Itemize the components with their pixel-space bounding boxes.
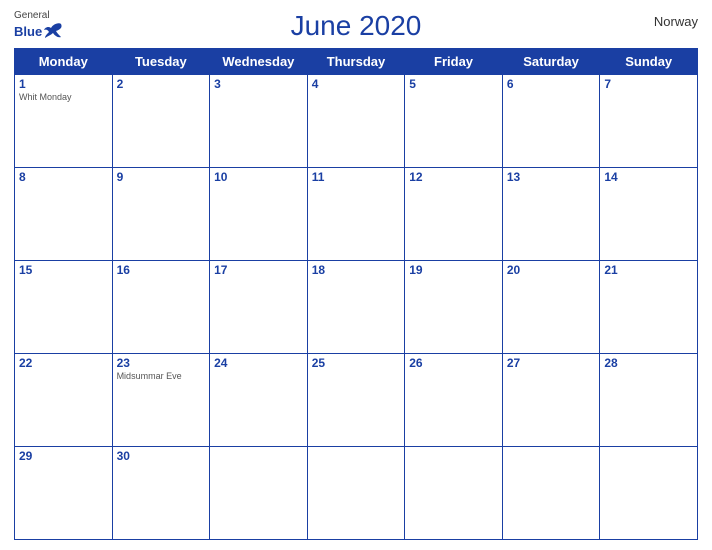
calendar-day-cell: 13 <box>502 168 600 261</box>
calendar-day-cell: 19 <box>405 261 503 354</box>
day-number: 17 <box>214 263 303 277</box>
calendar-day-cell: 3 <box>210 75 308 168</box>
day-number: 7 <box>604 77 693 91</box>
calendar-day-cell: 10 <box>210 168 308 261</box>
logo: General Blue <box>14 10 65 40</box>
page: General Blue June 2020 Norway Monday Tue… <box>0 0 712 550</box>
logo-bird-icon <box>43 22 65 40</box>
calendar-day-cell: 20 <box>502 261 600 354</box>
day-number: 13 <box>507 170 596 184</box>
calendar-day-cell <box>307 447 405 540</box>
calendar-day-cell: 11 <box>307 168 405 261</box>
calendar-day-cell: 27 <box>502 354 600 447</box>
calendar-table: Monday Tuesday Wednesday Thursday Friday… <box>14 48 698 540</box>
calendar-week-row: 22 23Midsummar Eve 24 25 26 27 28 <box>15 354 698 447</box>
calendar-day-cell: 16 <box>112 261 210 354</box>
day-number: 6 <box>507 77 596 91</box>
calendar-week-row: 89 10 11 12 13 14 <box>15 168 698 261</box>
logo-blue-text: Blue <box>14 25 42 38</box>
calendar-day-cell <box>600 447 698 540</box>
calendar-day-cell: 24 <box>210 354 308 447</box>
calendar-day-cell: 18 <box>307 261 405 354</box>
calendar-day-cell <box>405 447 503 540</box>
day-number: 26 <box>409 356 498 370</box>
day-number: 2 <box>117 77 206 91</box>
calendar-week-row: 15 16 17 18 19 20 21 <box>15 261 698 354</box>
calendar-day-cell: 1Whit Monday <box>15 75 113 168</box>
calendar-day-cell: 29 <box>15 447 113 540</box>
col-tuesday: Tuesday <box>112 49 210 75</box>
country-label: Norway <box>654 14 698 29</box>
day-number: 25 <box>312 356 401 370</box>
day-number: 29 <box>19 449 108 463</box>
calendar-week-row: 29 30 <box>15 447 698 540</box>
holiday-label: Midsummar Eve <box>117 371 206 381</box>
calendar-day-cell: 4 <box>307 75 405 168</box>
calendar-week-row: 1Whit Monday 234567 <box>15 75 698 168</box>
calendar-day-cell: 15 <box>15 261 113 354</box>
day-number: 3 <box>214 77 303 91</box>
day-number: 24 <box>214 356 303 370</box>
col-sunday: Sunday <box>600 49 698 75</box>
calendar-day-cell: 2 <box>112 75 210 168</box>
day-number: 5 <box>409 77 498 91</box>
col-friday: Friday <box>405 49 503 75</box>
calendar-day-cell: 9 <box>112 168 210 261</box>
day-number: 16 <box>117 263 206 277</box>
day-number: 28 <box>604 356 693 370</box>
day-number: 20 <box>507 263 596 277</box>
day-number: 27 <box>507 356 596 370</box>
calendar-day-cell: 28 <box>600 354 698 447</box>
calendar-day-cell: 26 <box>405 354 503 447</box>
day-number: 11 <box>312 170 401 184</box>
calendar-day-cell: 8 <box>15 168 113 261</box>
col-wednesday: Wednesday <box>210 49 308 75</box>
day-number: 8 <box>19 170 108 184</box>
day-number: 12 <box>409 170 498 184</box>
calendar-day-cell: 21 <box>600 261 698 354</box>
day-number: 23 <box>117 356 206 370</box>
col-saturday: Saturday <box>502 49 600 75</box>
calendar-day-cell: 17 <box>210 261 308 354</box>
calendar-day-cell: 25 <box>307 354 405 447</box>
calendar-day-cell: 6 <box>502 75 600 168</box>
calendar-day-cell: 23Midsummar Eve <box>112 354 210 447</box>
day-number: 14 <box>604 170 693 184</box>
calendar-day-cell: 7 <box>600 75 698 168</box>
col-monday: Monday <box>15 49 113 75</box>
holiday-label: Whit Monday <box>19 92 108 102</box>
day-number: 9 <box>117 170 206 184</box>
calendar-day-cell: 12 <box>405 168 503 261</box>
page-title: June 2020 <box>291 10 422 42</box>
day-number: 1 <box>19 77 108 91</box>
weekday-header-row: Monday Tuesday Wednesday Thursday Friday… <box>15 49 698 75</box>
day-number: 30 <box>117 449 206 463</box>
calendar-day-cell <box>502 447 600 540</box>
day-number: 4 <box>312 77 401 91</box>
day-number: 21 <box>604 263 693 277</box>
calendar-day-cell: 22 <box>15 354 113 447</box>
col-thursday: Thursday <box>307 49 405 75</box>
calendar-day-cell: 30 <box>112 447 210 540</box>
day-number: 22 <box>19 356 108 370</box>
calendar-day-cell: 14 <box>600 168 698 261</box>
day-number: 19 <box>409 263 498 277</box>
logo-general: General <box>14 10 65 22</box>
calendar-day-cell: 5 <box>405 75 503 168</box>
day-number: 18 <box>312 263 401 277</box>
day-number: 10 <box>214 170 303 184</box>
day-number: 15 <box>19 263 108 277</box>
header: General Blue June 2020 Norway <box>14 10 698 42</box>
calendar-day-cell <box>210 447 308 540</box>
